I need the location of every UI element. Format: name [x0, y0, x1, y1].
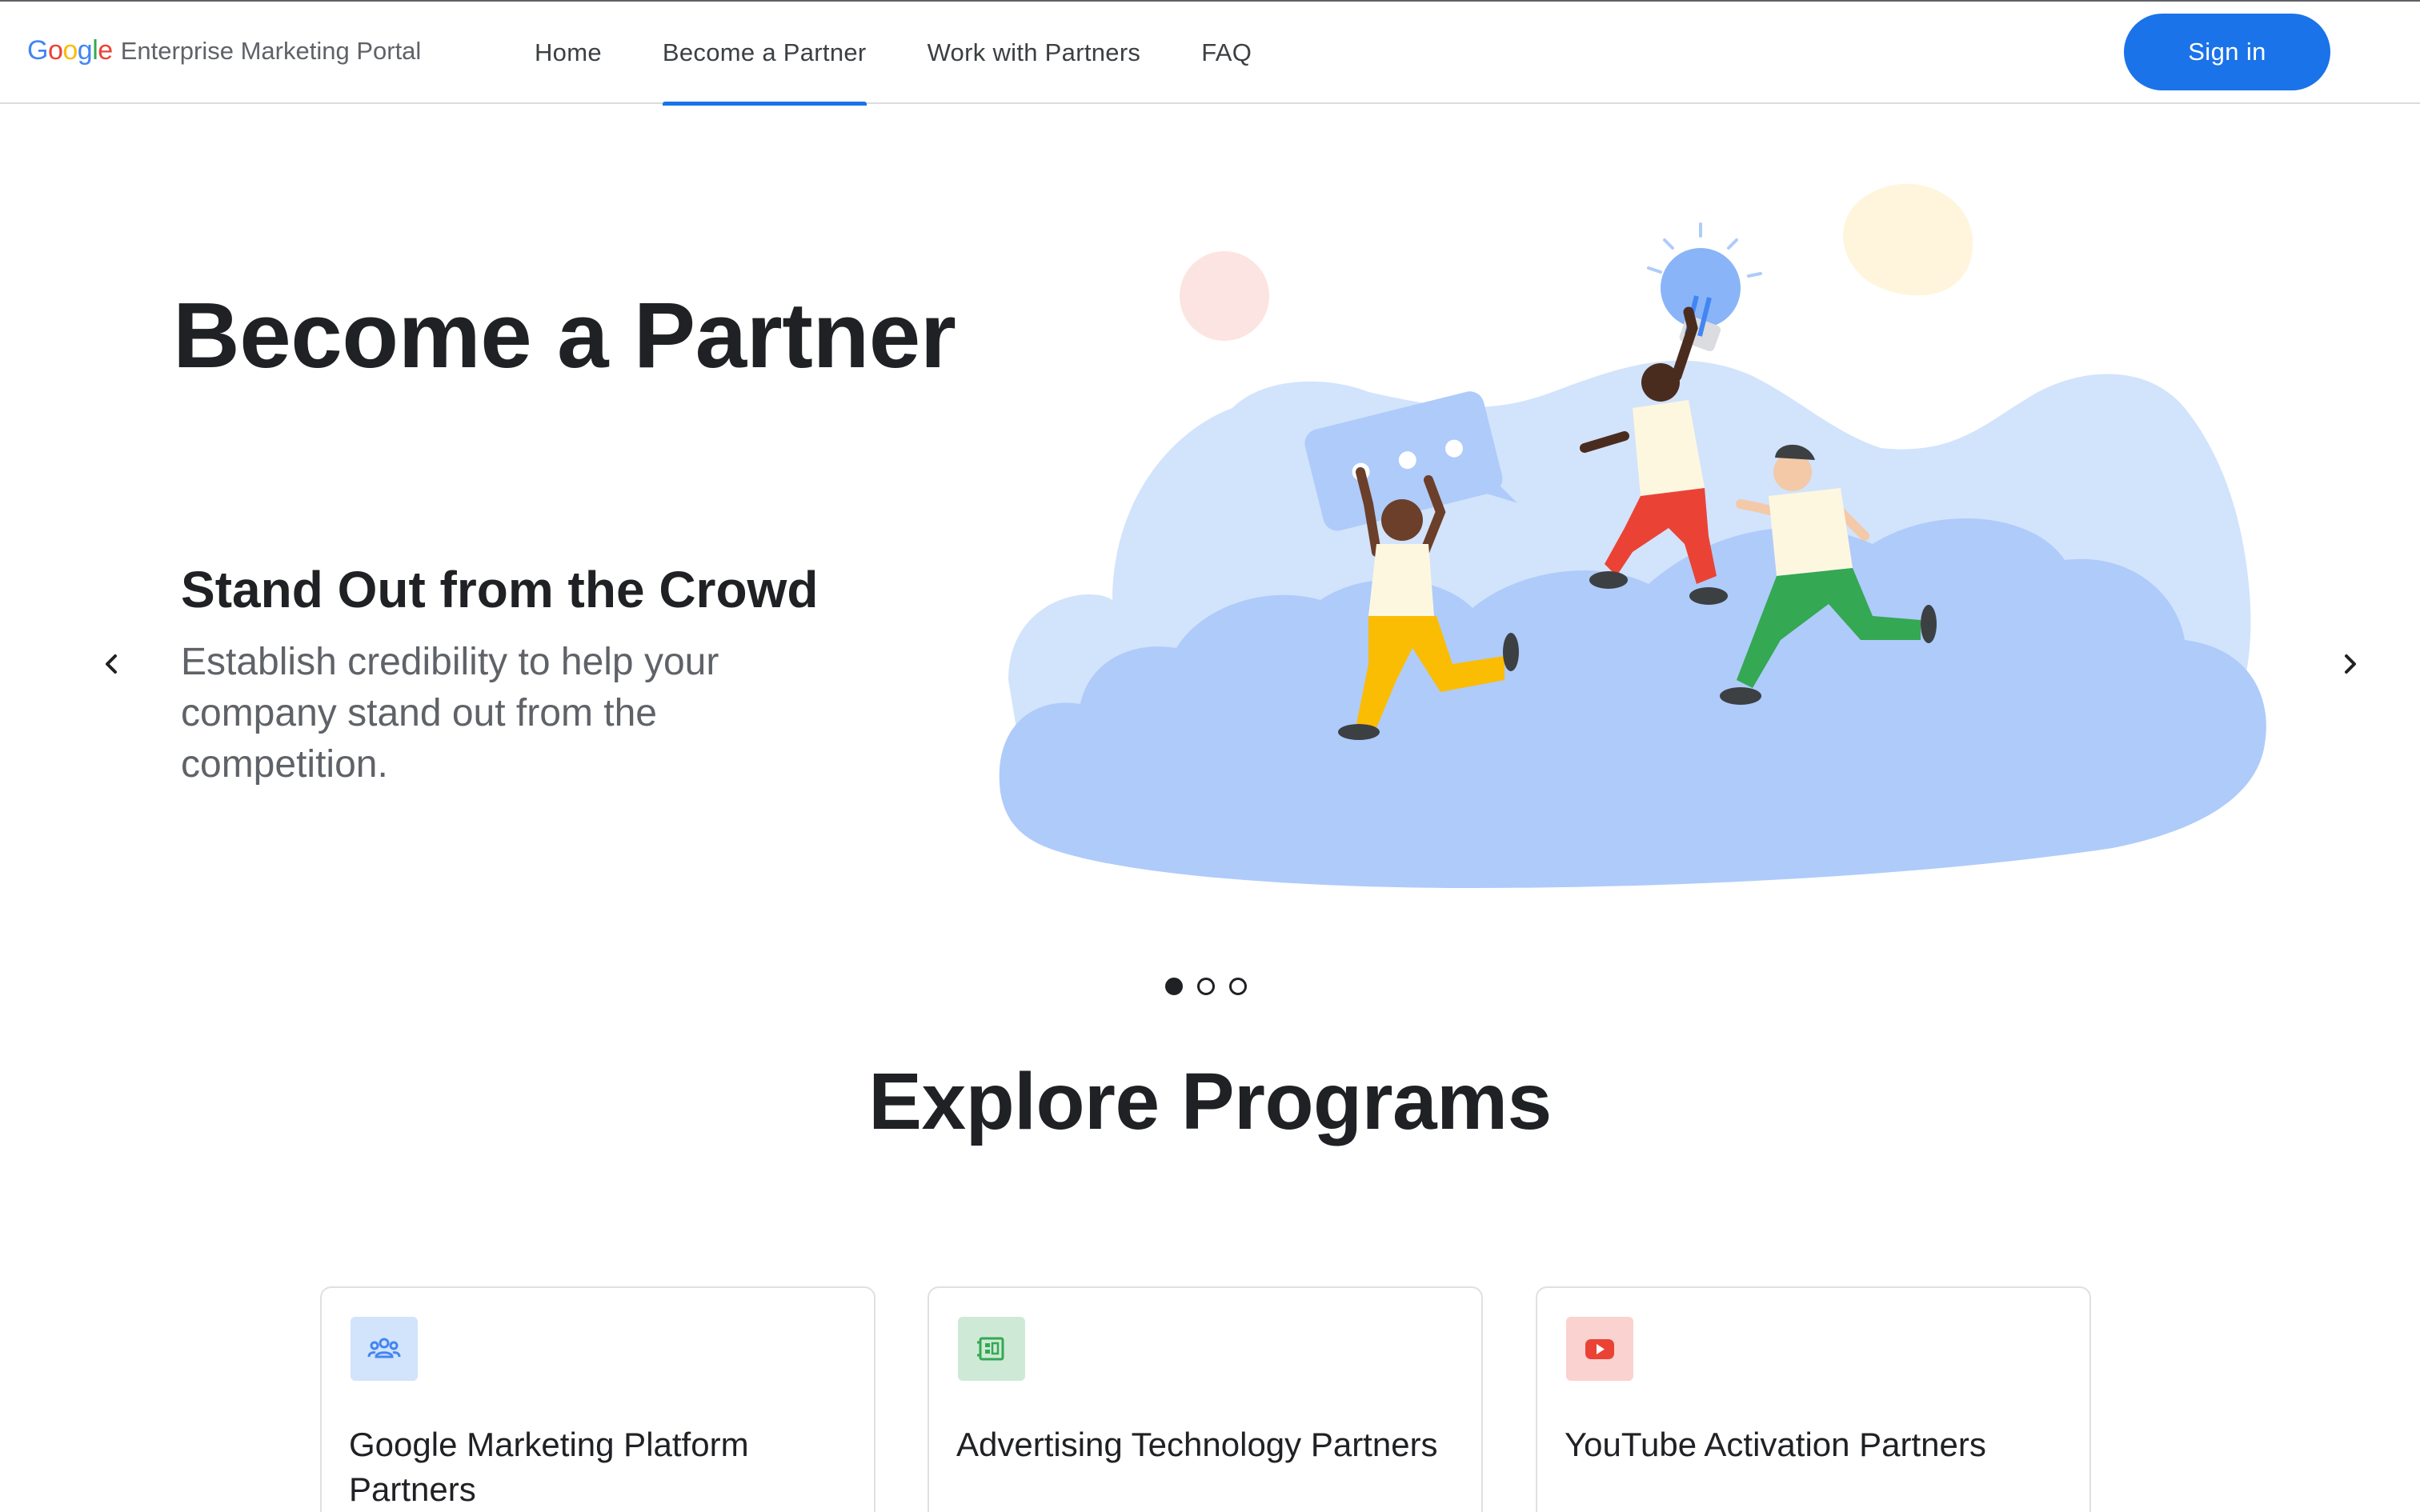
- slide-body: Establish credibility to help your compa…: [181, 641, 719, 786]
- program-card-gmp-partners[interactable]: Google Marketing Platform Partners: [320, 1286, 875, 1512]
- program-card-ad-tech-partners[interactable]: Advertising Technology Partners: [928, 1286, 1483, 1512]
- card-title: Google Marketing Platform Partners: [349, 1426, 749, 1508]
- nav-become-a-partner[interactable]: Become a Partner: [632, 2, 897, 106]
- youtube-icon: [1566, 1317, 1633, 1381]
- carousel-indicators: [1165, 978, 1247, 995]
- card-title: Advertising Technology Partners: [956, 1426, 1438, 1463]
- carousel-dot-3[interactable]: [1229, 978, 1247, 995]
- site-logo[interactable]: Google Enterprise Marketing Portal: [27, 35, 421, 66]
- section-title-explore-programs: Explore Programs: [868, 1057, 1552, 1146]
- pink-blob: [1180, 251, 1269, 341]
- chevron-right-icon: [2345, 654, 2356, 674]
- page-title: Become a Partner: [173, 283, 956, 387]
- hero-illustration: [999, 183, 2266, 888]
- main-nav: Home Become a Partner Work with Partners…: [504, 2, 1282, 106]
- portal-name: Enterprise Marketing Portal: [120, 37, 422, 65]
- carousel-prev-button[interactable]: [88, 640, 136, 688]
- nav-faq[interactable]: FAQ: [1171, 2, 1282, 104]
- card-title: YouTube Activation Partners: [1565, 1426, 1986, 1463]
- slide-title: Stand Out from the Crowd: [181, 561, 819, 618]
- yellow-blob: [1842, 183, 1973, 296]
- nav-work-with-partners[interactable]: Work with Partners: [897, 2, 1172, 104]
- people-icon: [351, 1317, 418, 1381]
- light-bulb: [1647, 222, 1762, 352]
- carousel-dot-2[interactable]: [1197, 978, 1215, 995]
- top-header: Google Enterprise Marketing Portal Home …: [0, 0, 2420, 106]
- ad-tech-icon: [958, 1317, 1025, 1381]
- carousel-next-button[interactable]: [2326, 640, 2374, 688]
- program-card-youtube-activation[interactable]: YouTube Activation Partners: [1536, 1286, 2091, 1512]
- sign-in-button[interactable]: Sign in: [2124, 14, 2330, 90]
- carousel-dot-1[interactable]: [1165, 978, 1183, 995]
- google-logo: Google: [27, 35, 113, 66]
- nav-home[interactable]: Home: [504, 2, 632, 104]
- chevron-left-icon: [106, 654, 117, 674]
